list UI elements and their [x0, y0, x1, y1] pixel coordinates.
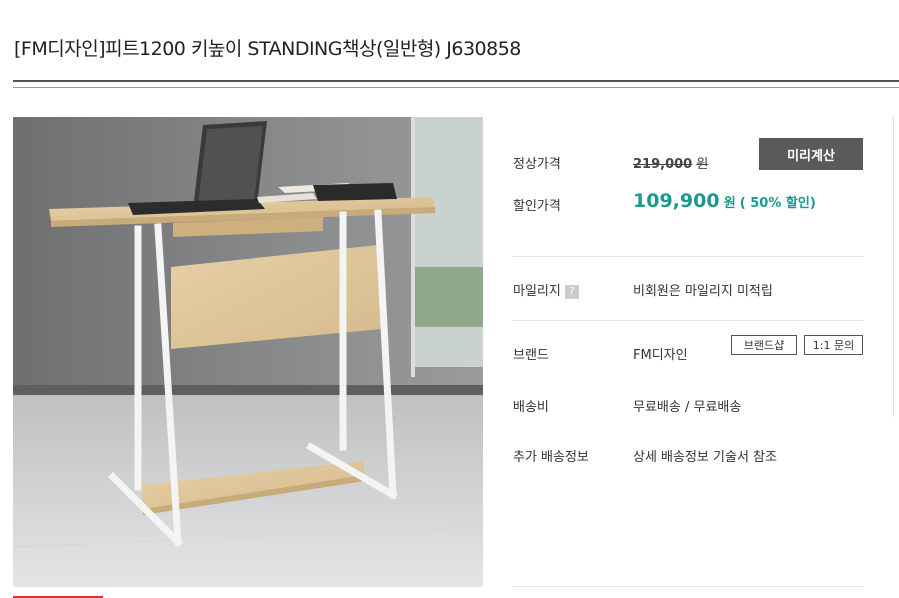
- sale-price-unit: 원: [723, 196, 736, 211]
- title-divider: [13, 80, 899, 88]
- brand-shop-button[interactable]: 브랜드샵: [731, 335, 797, 355]
- normal-price-value: 219,000 원: [633, 153, 708, 172]
- help-icon[interactable]: ?: [564, 284, 579, 299]
- sale-price-label: 할인가격: [513, 199, 561, 214]
- desk-photo: [13, 117, 483, 587]
- brand-value: FM디자인: [633, 348, 688, 363]
- product-image[interactable]: [13, 117, 483, 587]
- extra-shipping-label: 추가 배송정보: [513, 450, 589, 465]
- normal-price-unit: 원: [696, 157, 709, 172]
- brand-label: 브랜드: [513, 348, 549, 363]
- divider: [513, 586, 863, 587]
- product-title: [FM디자인]피트1200 키높이 STANDING책상(일반형) J63085…: [14, 38, 521, 60]
- mileage-value: 비회원은 마일리지 미적립: [633, 284, 773, 299]
- side-panel-edge: [893, 117, 894, 417]
- shipping-value: 무료배송 / 무료배송: [633, 400, 742, 415]
- shipping-label: 배송비: [513, 400, 549, 415]
- extra-shipping-value: 상세 배송정보 기술서 참조: [633, 450, 777, 465]
- normal-price-amount: 219,000: [633, 157, 693, 172]
- divider: [513, 320, 863, 321]
- divider: [513, 256, 863, 257]
- discount-rate: ( 50% 할인): [739, 196, 816, 211]
- preview-calc-button[interactable]: 미리계산: [759, 138, 863, 170]
- mileage-label: 마일리지?: [513, 280, 579, 299]
- sale-price-value: 109,900 원 ( 50% 할인): [633, 190, 816, 212]
- normal-price-label: 정상가격: [513, 157, 561, 172]
- mileage-label-text: 마일리지: [513, 284, 561, 299]
- inquiry-button[interactable]: 1:1 문의: [804, 335, 863, 355]
- sale-price-amount: 109,900: [633, 190, 720, 212]
